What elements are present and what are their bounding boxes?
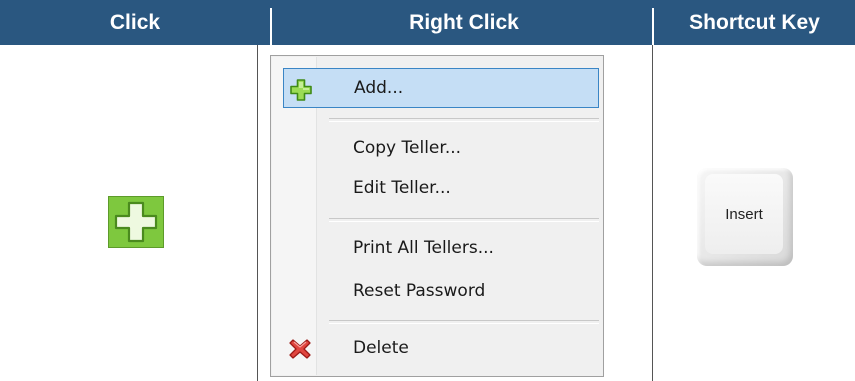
insert-key: Insert <box>697 168 793 266</box>
menu-item-reset-password[interactable]: Reset Password <box>283 271 599 311</box>
header-right-click: Right Click <box>409 10 519 34</box>
menu-separator <box>329 320 599 324</box>
menu-item-label: Copy Teller... <box>353 138 462 158</box>
context-menu: Add... Copy Teller... Edit Teller... Pri… <box>270 55 604 377</box>
green-plus-icon <box>114 201 158 243</box>
header-shortcut-key: Shortcut Key <box>689 10 820 34</box>
menu-item-label: Edit Teller... <box>353 178 451 198</box>
menu-item-edit-teller[interactable]: Edit Teller... <box>283 168 599 208</box>
menu-separator <box>329 218 599 222</box>
menu-item-label: Reset Password <box>353 281 486 301</box>
menu-item-add[interactable]: Add... <box>283 68 599 108</box>
menu-separator <box>329 118 599 122</box>
menu-item-label: Print All Tellers... <box>353 238 494 258</box>
header-click: Click <box>109 10 161 34</box>
menu-item-label: Delete <box>353 338 409 358</box>
insert-key-label: Insert <box>705 174 783 254</box>
menu-item-copy-teller[interactable]: Copy Teller... <box>283 128 599 168</box>
column-divider <box>257 45 258 381</box>
table-header: Click Right Click Shortcut Key <box>0 0 855 45</box>
red-x-icon <box>289 339 311 359</box>
green-plus-icon <box>290 79 312 101</box>
add-button[interactable] <box>108 196 164 248</box>
menu-item-print-all-tellers[interactable]: Print All Tellers... <box>283 228 599 268</box>
menu-item-label: Add... <box>354 78 404 98</box>
column-divider <box>652 45 653 381</box>
menu-item-delete[interactable]: Delete <box>283 328 599 368</box>
